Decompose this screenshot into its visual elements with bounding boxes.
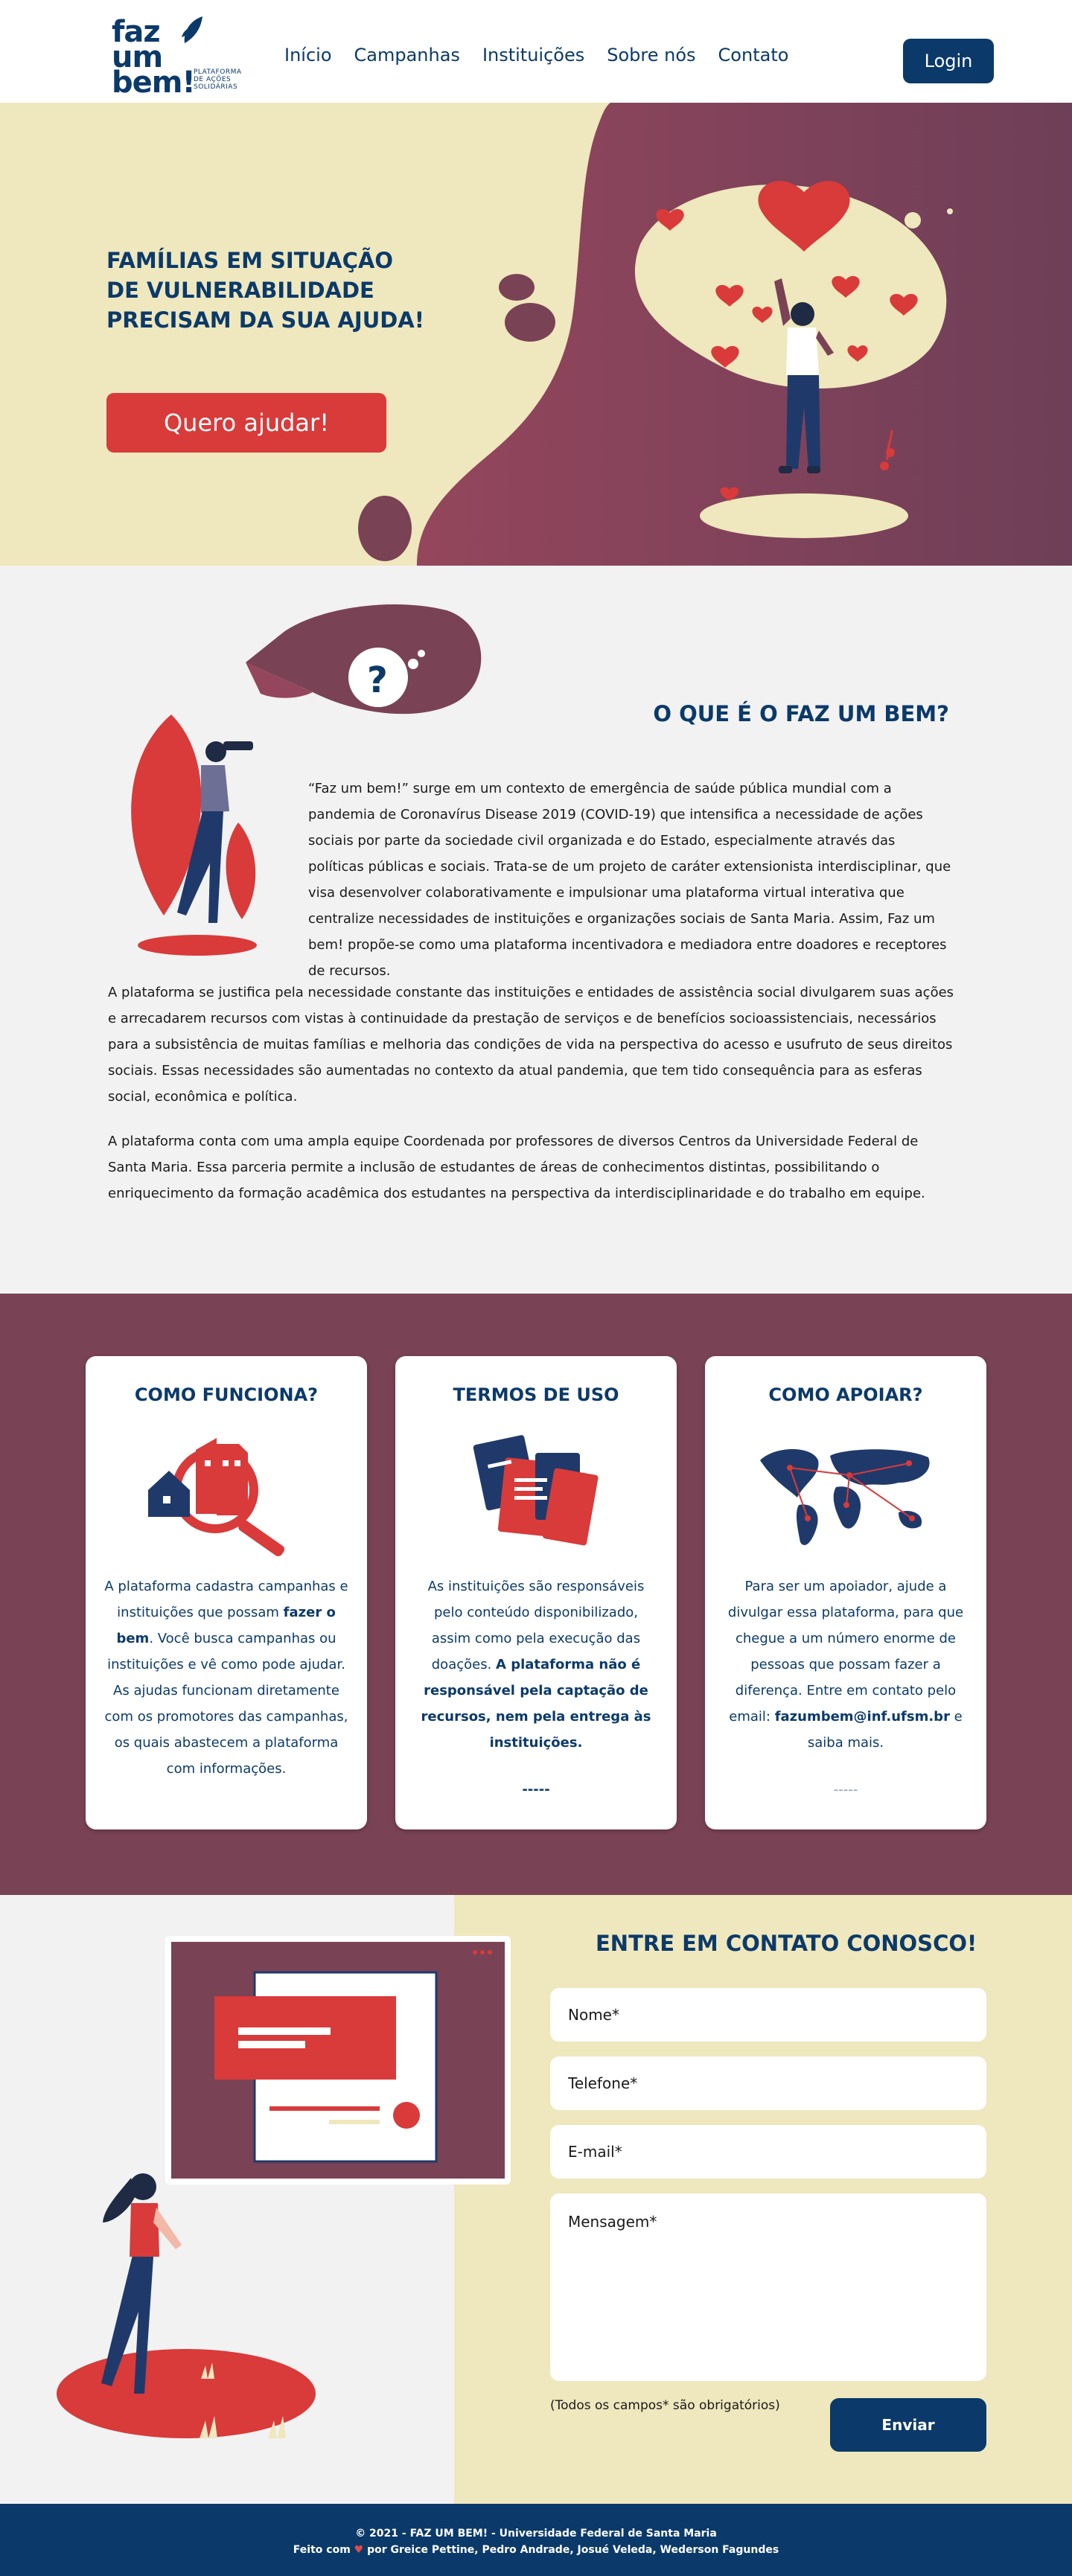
hero-line-2-bold: VULNERABILIDADE (146, 278, 374, 303)
card-title: COMO FUNCIONA? (134, 1384, 319, 1405)
nav-sobre-nos[interactable]: Sobre nós (607, 45, 695, 65)
hero-line-3-pre: PRECISAM DA (106, 307, 281, 333)
hero-section: FAMÍLIAS EM SITUAÇÃO DE VULNERABILIDADE … (0, 103, 1072, 566)
card-title: TERMOS DE USO (453, 1384, 619, 1405)
leaf-icon (182, 16, 202, 43)
email-input[interactable] (550, 2125, 986, 2179)
about-paragraph-1: “Faz um bem!” surge em um contexto de em… (308, 781, 951, 979)
about-paragraph-2: A plataforma se justifica pela necessida… (108, 985, 954, 1105)
site-header: faz um bem! PLATAFORMA DE AÇÕES SOLIDÁRI… (0, 0, 1072, 103)
contact-title: ENTRE EM CONTATO CONOSCO! (596, 1931, 977, 1956)
card-text-pre: Para ser um apoiador, ajude a divulgar e… (727, 1579, 964, 1725)
card-como-funciona: COMO FUNCIONA? A plataforma cadastra cam… (86, 1356, 367, 1829)
site-footer: © 2021 - FAZ UM BEM! - Universidade Fede… (0, 2504, 1072, 2576)
house-magnifier-icon (148, 1438, 284, 1556)
logo-subtitle: PLATAFORMA DE AÇÕES SOLIDÁRIAS (194, 68, 242, 91)
about-title: O QUE É O FAZ UM BEM? (653, 701, 949, 726)
contact-section: ENTRE EM CONTATO CONOSCO! (Todos os camp… (0, 1895, 1072, 2504)
card-separator: ----- (833, 1782, 858, 1797)
card-title: COMO APOIAR? (768, 1384, 923, 1405)
about-title-bold: FAZ UM BEM? (785, 701, 949, 726)
card-text: Para ser um apoiador, ajude a divulgar e… (723, 1573, 969, 1756)
footer-copyright: © 2021 - FAZ UM BEM! - Universidade Fede… (355, 2528, 717, 2540)
card-separator: ----- (522, 1782, 550, 1797)
about-section: ? O QUE É O FAZ UM BEM? “Faz um bem!” su… (0, 566, 1072, 1294)
message-textarea[interactable] (550, 2193, 986, 2381)
hero-line-1: FAMÍLIAS EM SITUAÇÃO (106, 248, 393, 273)
about-paragraph-3: A plataforma conta com uma ampla equipe … (108, 1134, 925, 1201)
login-button[interactable]: Login (903, 39, 994, 83)
main-nav: Início Campanhas Instituições Sobre nós … (284, 45, 788, 65)
logo[interactable]: faz um bem! PLATAFORMA DE AÇÕES SOLIDÁRI… (112, 15, 253, 98)
card-como-apoiar: COMO APOIAR? Para ser um apoiador, ajude… (705, 1356, 986, 1829)
nav-instituicoes[interactable]: Instituições (482, 45, 584, 65)
nav-contato[interactable]: Contato (718, 45, 789, 65)
heart-icon: ♥ (354, 2544, 364, 2556)
quero-ajudar-button[interactable]: Quero ajudar! (106, 393, 386, 453)
card-termos-de-uso: TERMOS DE USO As instituições são respon… (395, 1356, 677, 1829)
page: faz um bem! PLATAFORMA DE AÇÕES SOLIDÁRI… (0, 0, 1072, 2576)
nav-campanhas[interactable]: Campanhas (354, 45, 460, 65)
card-text-email[interactable]: fazumbem@inf.ufsm.br (775, 1709, 950, 1725)
info-cards-section: COMO FUNCIONA? A plataforma cadastra cam… (0, 1294, 1072, 1895)
footer-credits: Feito com ♥ por Greice Pettine, Pedro An… (0, 2544, 1072, 2556)
world-map-icon (760, 1449, 930, 1545)
card-text: As instituições são responsáveis pelo co… (413, 1573, 659, 1756)
hero-headline: FAMÍLIAS EM SITUAÇÃO DE VULNERABILIDADE … (106, 246, 424, 335)
hero-line-3-bold: SUA AJUDA! (281, 307, 424, 333)
documents-icon (473, 1435, 599, 1546)
contact-illustration (57, 1936, 511, 2438)
footer-credits-post: por Greice Pettine, Pedro Andrade, Josué… (363, 2544, 779, 2556)
required-fields-note: (Todos os campos* são obrigatórios) (550, 2398, 780, 2413)
card-text: A plataforma cadastra campanhas e instit… (103, 1573, 349, 1782)
about-title-pre: O QUE É O (653, 701, 785, 726)
send-button[interactable]: Enviar (830, 2398, 986, 2452)
card-text-post: . Você busca campanhas ou instituições e… (104, 1631, 348, 1777)
name-input[interactable] (550, 1988, 986, 2042)
svg-text:?: ? (367, 659, 388, 701)
footer-credits-pre: Feito com (293, 2544, 354, 2556)
nav-inicio[interactable]: Início (284, 45, 332, 65)
hero-line-2-pre: DE (106, 278, 147, 303)
phone-input[interactable] (550, 2056, 986, 2110)
